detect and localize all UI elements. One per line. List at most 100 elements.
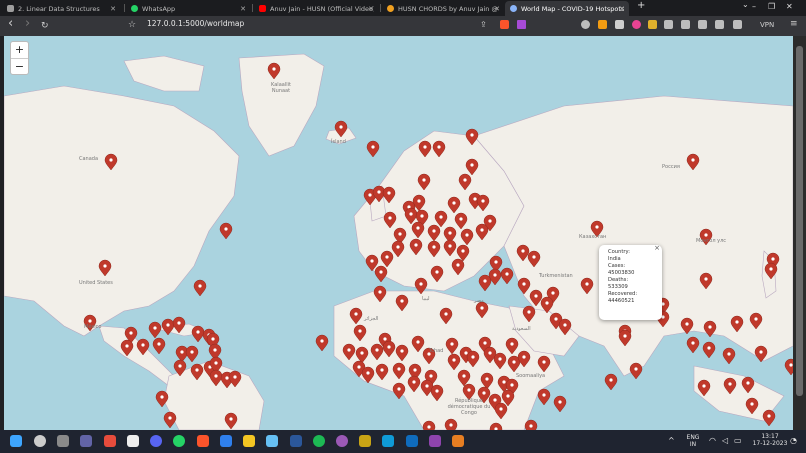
extension-box-icon[interactable] (615, 20, 624, 29)
menu-icon[interactable]: ≡ (790, 18, 798, 30)
hotspot-marker-icon[interactable] (366, 140, 380, 158)
close-tab-icon[interactable]: ✕ (494, 5, 500, 13)
map-label-somalia: Soomaaliya (516, 373, 546, 379)
reload-button[interactable]: ↻ (41, 20, 49, 32)
brave-icon[interactable] (197, 435, 209, 447)
restore-button[interactable]: ❐ (768, 2, 775, 11)
hotspot-marker-icon[interactable] (537, 388, 551, 406)
edge-icon[interactable] (382, 435, 394, 447)
vscode-icon[interactable] (220, 435, 232, 447)
hotspot-marker-icon[interactable] (193, 279, 207, 297)
language-indicator[interactable]: ENG IN (684, 434, 702, 448)
hotspot-marker-icon[interactable] (392, 382, 406, 400)
hotspot-marker-icon[interactable] (686, 336, 700, 354)
close-tab-icon[interactable]: ✕ (619, 5, 625, 13)
settings-icon[interactable] (57, 435, 69, 447)
battery-icon[interactable]: ▭ (734, 436, 742, 445)
share-icon[interactable]: ⇪ (480, 19, 487, 31)
hotspot-marker-icon[interactable] (762, 409, 776, 427)
close-tab-icon[interactable]: ✕ (240, 5, 246, 13)
forward-button[interactable]: › (25, 17, 30, 30)
zoom-out-button[interactable]: − (11, 59, 28, 75)
spotify-icon[interactable] (313, 435, 325, 447)
search-icon[interactable] (34, 435, 46, 447)
hotspot-marker-icon[interactable] (219, 222, 233, 240)
marker-dot-icon (211, 337, 215, 341)
tab-linear-data-structures[interactable]: 2. Linear Data Structures ✕ (2, 1, 120, 16)
land-arctic-islands (123, 55, 205, 92)
notification-bell-icon[interactable]: ◔ (790, 436, 797, 445)
back-button[interactable]: ‹ (8, 17, 13, 30)
tab-husn-chords[interactable]: HUSN CHORDS by Anuv Jain @ Ultim ✕ (382, 1, 504, 16)
map-label-russia: Россия (662, 164, 680, 170)
tray-chevron-icon[interactable]: ^ (668, 436, 675, 445)
bookmark-icon[interactable]: ☆ (128, 19, 136, 31)
hotspot-marker-icon[interactable] (374, 265, 388, 283)
hotspot-marker-icon[interactable] (148, 321, 162, 339)
scrollbar-thumb[interactable] (796, 46, 803, 396)
marker-dot-icon (224, 227, 228, 231)
extension-orange-icon[interactable] (598, 20, 607, 29)
download-icon[interactable] (698, 20, 707, 29)
app-red-icon[interactable] (104, 435, 116, 447)
close-tab-icon[interactable]: ✕ (368, 5, 374, 13)
hotspot-marker-icon[interactable] (185, 345, 199, 363)
word-icon[interactable] (290, 435, 302, 447)
close-tab-icon[interactable]: ✕ (110, 5, 116, 13)
marker-dot-icon (527, 310, 531, 314)
extension-puzzle-icon[interactable] (664, 20, 673, 29)
github-icon[interactable] (336, 435, 348, 447)
close-window-button[interactable]: ✕ (786, 2, 793, 11)
brave-shield-icon[interactable] (500, 20, 509, 29)
tab-youtube-husn[interactable]: Anuv Jain - HUSN (Official Video) - Yo ✕ (254, 1, 378, 16)
world-map[interactable]: Kalaallit Nunaat Canada Ísland United St… (4, 36, 793, 430)
steam-icon[interactable] (266, 435, 278, 447)
hotspot-marker-icon[interactable] (191, 325, 205, 343)
sidebar-icon[interactable] (715, 20, 724, 29)
clock[interactable]: 13:17 17-12-2023 (750, 433, 790, 447)
hotspot-marker-icon[interactable] (500, 267, 514, 285)
notion-icon[interactable] (127, 435, 139, 447)
close-popup-icon[interactable]: × (654, 245, 660, 252)
tab-world-map[interactable]: World Map - COVID-19 Hotspots ✕ (505, 1, 629, 16)
hotspot-marker-icon[interactable] (784, 358, 793, 376)
hotspot-marker-icon[interactable] (553, 395, 567, 413)
volume-icon[interactable]: ◁ (722, 436, 728, 445)
hotspot-marker-icon[interactable] (478, 274, 492, 292)
vertical-scrollbar[interactable] (793, 36, 806, 430)
marker-dot-icon (214, 361, 218, 365)
explorer-icon[interactable] (243, 435, 255, 447)
hotspot-marker-icon[interactable] (722, 347, 736, 365)
hotspot-marker-icon[interactable] (702, 341, 716, 359)
extension-gear-icon[interactable] (648, 20, 657, 29)
app-purple-icon[interactable] (429, 435, 441, 447)
hotspot-marker-icon[interactable] (629, 362, 643, 380)
wallet-icon[interactable] (733, 20, 742, 29)
hotspot-marker-icon[interactable] (315, 334, 329, 352)
tab-whatsapp[interactable]: WhatsApp ✕ (126, 1, 250, 16)
address-bar[interactable]: 127.0.0.1:5000/worldmap (147, 19, 244, 28)
minimize-button[interactable]: – (752, 2, 756, 11)
extension-music-icon[interactable] (681, 20, 690, 29)
zoom-in-button[interactable]: + (11, 42, 28, 59)
hotspot-marker-icon[interactable] (152, 337, 166, 355)
hotspot-marker-icon[interactable] (175, 345, 189, 363)
extension-color-icon[interactable] (632, 20, 641, 29)
discord-icon[interactable] (150, 435, 162, 447)
start-icon[interactable] (10, 435, 22, 447)
teams-icon[interactable] (80, 435, 92, 447)
app-orange-icon[interactable] (452, 435, 464, 447)
app-yellow-icon[interactable] (359, 435, 371, 447)
marker-dot-icon (387, 191, 391, 195)
marker-dot-icon (435, 389, 439, 393)
wifi-icon[interactable]: ◠ (709, 436, 716, 445)
extension-incognito-icon[interactable] (581, 20, 590, 29)
brave-rewards-icon[interactable] (517, 20, 526, 29)
whatsapp-icon[interactable] (173, 435, 185, 447)
hotspot-marker-icon[interactable] (604, 373, 618, 391)
tab-search-chevron-icon[interactable]: ⌄ (742, 0, 749, 9)
outlook-icon[interactable] (406, 435, 418, 447)
new-tab-button[interactable]: + (637, 0, 645, 11)
vpn-button[interactable]: VPN (760, 19, 774, 31)
hotspot-marker-icon[interactable] (163, 411, 177, 429)
